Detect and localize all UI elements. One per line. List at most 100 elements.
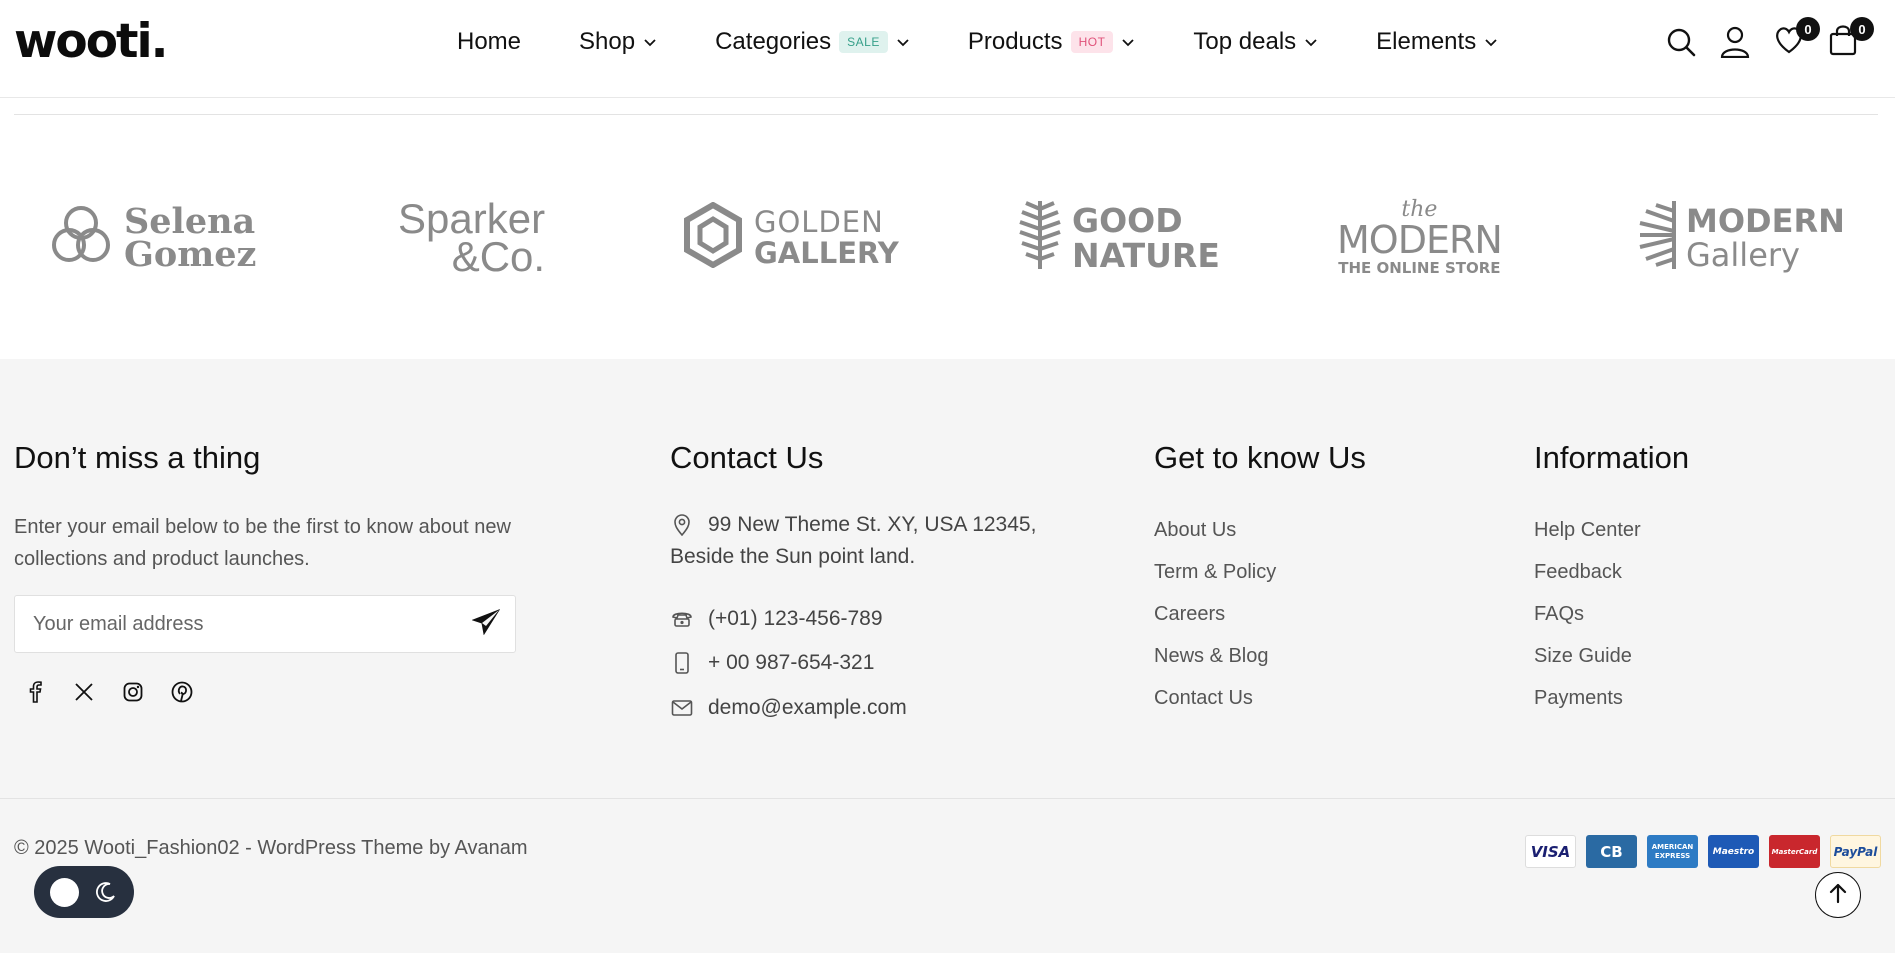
footer-link-help-center[interactable]: Help Center — [1534, 509, 1641, 551]
site-footer: Don’t miss a thing Enter your email belo… — [0, 359, 1895, 953]
snowflake-icon — [1636, 197, 1678, 278]
cart-count: 0 — [1850, 17, 1874, 41]
brand-line: Gallery — [1686, 235, 1800, 274]
contact-mobile: + 00 987-654-321 — [670, 647, 874, 679]
social-links — [22, 679, 218, 705]
x-icon[interactable] — [71, 679, 97, 705]
chevron-down-icon — [896, 35, 910, 49]
nav-elements-label: Elements — [1376, 28, 1477, 55]
footer-link-contact-us[interactable]: Contact Us — [1154, 677, 1276, 719]
mobile-icon — [670, 651, 694, 675]
user-icon[interactable] — [1718, 25, 1752, 59]
search-icon[interactable] — [1664, 25, 1698, 59]
chevron-down-icon — [1121, 35, 1135, 49]
dark-mode-toggle[interactable] — [34, 866, 134, 918]
contact-title: Contact Us — [670, 440, 824, 475]
information-title: Information — [1534, 440, 1690, 475]
footer-link-feedback[interactable]: Feedback — [1534, 551, 1641, 593]
mail-icon — [670, 696, 694, 720]
know-us-title: Get to know Us — [1154, 440, 1366, 475]
nav-products[interactable]: Products HOT — [968, 28, 1136, 56]
brand-line: NATURE — [1072, 235, 1220, 275]
email-input[interactable] — [33, 596, 433, 652]
brand-strip: Selena Gomez Sparker &Co. GOLDEN GALLERY… — [0, 185, 1895, 290]
mastercard-icon: MasterCard — [1769, 835, 1820, 868]
paypal-icon: PayPal — [1830, 835, 1881, 868]
newsletter-form — [14, 595, 516, 653]
cb-card-icon: CB — [1586, 835, 1637, 868]
brand-line: &Co. — [451, 232, 546, 280]
back-to-top-button[interactable] — [1815, 872, 1861, 918]
sale-badge: SALE — [839, 31, 888, 53]
telephone-icon — [670, 607, 694, 631]
moon-icon — [94, 880, 118, 904]
brand-line: MODERN — [1337, 218, 1503, 262]
brand-the-modern[interactable]: the MODERN THE ONLINE STORE — [1337, 185, 1503, 290]
divider — [14, 114, 1878, 115]
nav-shop-label: Shop — [579, 28, 636, 55]
wishlist-button[interactable]: 0 — [1772, 17, 1820, 59]
copyright-text: © 2025 Wooti_Fashion02 - WordPress Theme… — [14, 837, 528, 859]
address-line-2: Beside the Sun point land. — [670, 545, 916, 568]
newsletter-description: Enter your email below to be the first t… — [14, 516, 511, 570]
email-address[interactable]: demo@example.com — [708, 692, 907, 724]
pinterest-icon[interactable] — [169, 679, 195, 705]
site-logo[interactable]: wooti. — [14, 14, 168, 70]
footer-link-payments[interactable]: Payments — [1534, 677, 1641, 719]
brand-line: GOLDEN — [754, 204, 884, 239]
leaf-icon — [1018, 199, 1062, 276]
footer-link-about-us[interactable]: About Us — [1154, 509, 1276, 551]
hot-badge: HOT — [1070, 31, 1114, 53]
maestro-icon: Maestro — [1708, 835, 1759, 868]
payment-methods: VISA CB AMERICAN EXPRESS Maestro MasterC… — [1525, 835, 1891, 868]
address-line-1: 99 New Theme St. XY, USA 12345, — [708, 513, 1037, 536]
brand-line: MODERN — [1686, 201, 1845, 240]
nav-shop[interactable]: Shop — [579, 28, 657, 56]
amex-icon: AMERICAN EXPRESS — [1647, 835, 1698, 868]
footer-link-term-policy[interactable]: Term & Policy — [1154, 551, 1276, 593]
chevron-down-icon — [1304, 35, 1318, 49]
nav-categories[interactable]: Categories SALE — [715, 28, 910, 56]
mobile-number[interactable]: + 00 987-654-321 — [708, 647, 874, 679]
facebook-icon[interactable] — [22, 679, 48, 705]
nav-top-deals-label: Top deals — [1193, 28, 1297, 55]
main-nav: Home Shop Categories SALE Products HOT T… — [457, 20, 1556, 64]
brand-line: THE ONLINE STORE — [1338, 259, 1501, 277]
newsletter-title: Don’t miss a thing — [14, 440, 261, 475]
site-header: wooti. Home Shop Categories SALE Product… — [0, 0, 1895, 98]
footer-link-news-blog[interactable]: News & Blog — [1154, 635, 1276, 677]
header-actions: 0 0 — [1664, 17, 1880, 64]
send-button[interactable] — [471, 608, 501, 639]
nav-elements[interactable]: Elements — [1376, 28, 1498, 56]
nav-top-deals[interactable]: Top deals — [1193, 28, 1318, 56]
brand-sparker[interactable]: Sparker &Co. — [398, 185, 545, 290]
visa-icon: VISA — [1525, 835, 1576, 868]
arrow-up-icon — [1828, 882, 1848, 909]
nav-home-label: Home — [457, 28, 522, 55]
location-icon — [670, 513, 694, 537]
nav-products-label: Products — [967, 28, 1063, 55]
footer-link-faqs[interactable]: FAQs — [1534, 593, 1641, 635]
contact-phone: (+01) 123-456-789 — [670, 603, 883, 635]
brand-line: Gomez — [124, 233, 257, 275]
phone-number[interactable]: (+01) 123-456-789 — [708, 603, 883, 635]
chevron-down-icon — [1484, 35, 1498, 49]
brand-selena-gomez[interactable]: Selena Gomez — [50, 185, 256, 290]
hexagon-icon — [684, 201, 742, 273]
know-us-links: About Us Term & Policy Careers News & Bl… — [1154, 509, 1276, 719]
brand-golden-gallery[interactable]: GOLDEN GALLERY — [684, 185, 899, 290]
footer-link-careers[interactable]: Careers — [1154, 593, 1276, 635]
nav-home[interactable]: Home — [457, 28, 521, 56]
brand-line: GALLERY — [754, 235, 899, 270]
instagram-icon[interactable] — [120, 679, 146, 705]
cart-button[interactable]: 0 — [1826, 17, 1874, 59]
knot-icon — [50, 203, 112, 272]
footer-divider — [0, 798, 1895, 799]
chevron-down-icon — [643, 35, 657, 49]
brand-good-nature[interactable]: GOOD NATURE — [1018, 185, 1220, 290]
footer-link-size-guide[interactable]: Size Guide — [1534, 635, 1641, 677]
brand-line: GOOD — [1072, 200, 1183, 240]
information-links: Help Center Feedback FAQs Size Guide Pay… — [1534, 509, 1641, 719]
brand-modern-gallery[interactable]: MODERN Gallery — [1636, 185, 1845, 290]
contact-email: demo@example.com — [670, 692, 907, 724]
